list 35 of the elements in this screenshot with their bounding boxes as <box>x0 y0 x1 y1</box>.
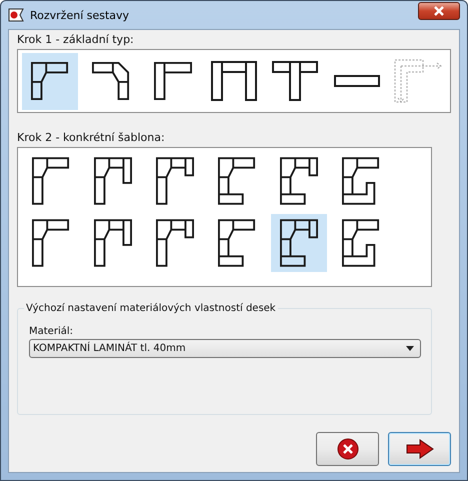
window-title: Rozvržení sestavy <box>30 8 130 22</box>
counter-layout-icon <box>154 61 192 101</box>
counter-layout-icon <box>218 219 256 267</box>
counter-layout-icon <box>156 157 194 205</box>
field-label: Materiál: <box>29 326 74 337</box>
counter-layout-icon <box>280 219 318 267</box>
counter-layout-icon <box>272 61 318 101</box>
counter-layout-icon <box>92 61 130 101</box>
material-dropdown[interactable]: KOMPAKTNÍ LAMINÁT tl. 40mm <box>29 339 421 358</box>
counter-layout-icon <box>94 219 132 267</box>
template-option[interactable] <box>271 214 327 272</box>
layout-option[interactable] <box>22 52 78 110</box>
group-title: Výchozí nastavení materiálových vlastností desek <box>25 303 277 314</box>
counter-layout-icon <box>32 157 70 205</box>
counter-layout-icon <box>218 157 256 205</box>
close-icon <box>433 6 445 16</box>
counter-layout-icon <box>94 157 132 205</box>
cancel-button[interactable] <box>316 432 379 466</box>
close-button[interactable] <box>418 2 460 20</box>
cancel-icon <box>336 438 358 460</box>
counter-layout-icon <box>31 61 70 101</box>
counter-layout-icon <box>334 75 380 87</box>
counter-layout-icon <box>342 157 380 205</box>
next-button[interactable] <box>388 432 451 466</box>
counter-layout-icon <box>210 61 257 101</box>
counter-layout-icon <box>280 157 318 205</box>
counter-layout-icon <box>156 219 194 267</box>
step-label: Krok 1 - základní typ: <box>17 33 135 47</box>
app-icon <box>8 8 24 22</box>
caret-icon <box>406 346 414 351</box>
arrow-right-icon <box>406 439 434 459</box>
counter-layout-icon <box>392 58 443 104</box>
step-label: Krok 2 - konkrétní šablona: <box>17 131 166 145</box>
counter-layout-icon <box>32 219 70 267</box>
counter-layout-icon <box>342 219 380 267</box>
